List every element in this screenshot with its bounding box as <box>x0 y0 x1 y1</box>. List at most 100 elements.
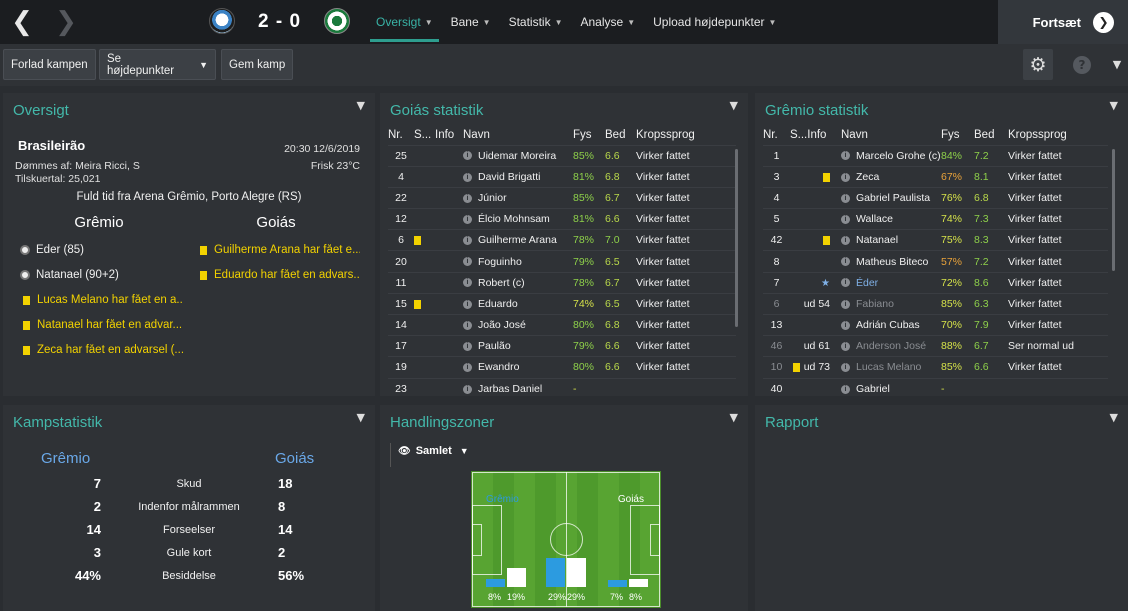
player-name-cell[interactable]: i Marcelo Grohe (c) <box>841 144 941 167</box>
card-event[interactable]: Zeca har fået en advarsel (... <box>23 344 183 356</box>
col-bed[interactable]: Bed <box>974 125 1008 145</box>
chevron-down-icon[interactable]: ▼ <box>1110 99 1118 112</box>
table-row[interactable]: 14 i João José 80% 6.8 Virker fattet <box>388 313 736 336</box>
table-row[interactable]: 3 i Zeca 67% 8.1 Virker fattet <box>763 165 1108 188</box>
player-name-cell[interactable]: i Paulão <box>463 335 573 357</box>
col-nr[interactable]: Nr. <box>763 125 790 145</box>
chevron-down-icon[interactable]: ▼ <box>730 99 738 112</box>
table-row[interactable]: 42 i Natanael 75% 8.3 Virker fattet <box>763 229 1108 251</box>
info-icon[interactable]: i <box>463 151 472 161</box>
card-event[interactable]: Lucas Melano har fået en a... <box>23 294 183 306</box>
table-row[interactable]: 40 i Gabriel - <box>763 377 1108 396</box>
table-row[interactable]: 10 ud 73 i Lucas Melano 85% 6.6 Virker fattet <box>763 356 1108 379</box>
continue-button[interactable]: Fortsæt ❯ <box>998 0 1128 44</box>
tab-analysis[interactable]: Analyse ▼ <box>575 0 642 44</box>
chevron-down-icon[interactable]: ▼ <box>1102 49 1128 80</box>
card-event[interactable]: Eduardo har fået en advars... <box>200 269 360 281</box>
info-icon[interactable]: i <box>841 320 850 330</box>
chevron-down-icon[interactable]: ▼ <box>1110 411 1118 424</box>
info-icon[interactable]: i <box>463 278 472 288</box>
info-icon[interactable]: i <box>463 172 472 182</box>
info-icon[interactable]: i <box>841 384 850 394</box>
scrollbar[interactable] <box>735 149 738 327</box>
col-bed[interactable]: Bed <box>605 125 636 145</box>
player-name-cell[interactable]: i Uidemar Moreira <box>463 144 573 167</box>
col-name[interactable]: Navn <box>841 125 941 145</box>
tab-pitch[interactable]: Bane ▼ <box>445 0 497 44</box>
info-icon[interactable]: i <box>463 299 472 309</box>
table-row[interactable]: 5 i Wallace 74% 7.3 Virker fattet <box>763 208 1108 230</box>
info-icon[interactable]: i <box>841 278 850 288</box>
col-fys[interactable]: Fys <box>941 125 974 145</box>
highlights-dropdown[interactable]: Se højdepunkter ▼ <box>99 49 216 80</box>
table-row[interactable]: 22 i Júnior 85% 6.7 Virker fattet <box>388 186 736 209</box>
table-row[interactable]: 13 i Adrián Cubas 70% 7.9 Virker fattet <box>763 313 1108 336</box>
table-row[interactable]: 12 i Élcio Mohnsam 81% 6.6 Virker fattet <box>388 208 736 230</box>
col-fys[interactable]: Fys <box>573 125 605 145</box>
info-icon[interactable]: i <box>463 342 472 351</box>
table-row[interactable]: 11 i Robert (c) 78% 6.7 Virker fattet <box>388 271 736 294</box>
away-team-crest[interactable] <box>324 8 350 34</box>
chevron-down-icon[interactable]: ▼ <box>357 99 365 112</box>
player-name-cell[interactable]: i Matheus Biteco <box>841 250 941 273</box>
goal-event[interactable]: Natanael (90+2) <box>20 269 180 281</box>
table-row[interactable]: 4 i Gabriel Paulista 76% 6.8 Virker fattet <box>763 186 1108 209</box>
info-icon[interactable]: i <box>463 257 472 267</box>
player-name-cell[interactable]: i David Brigatti <box>463 165 573 188</box>
table-row[interactable]: 20 i Foguinho 79% 6.5 Virker fattet <box>388 250 736 273</box>
player-name-cell[interactable]: i Júnior <box>463 186 573 209</box>
chevron-down-icon[interactable]: ▼ <box>357 411 365 424</box>
table-row[interactable]: 19 i Ewandro 80% 6.6 Virker fattet <box>388 356 736 379</box>
tab-statistics[interactable]: Statistik ▼ <box>503 0 569 44</box>
col-info[interactable]: Info <box>435 125 463 145</box>
info-icon[interactable]: i <box>841 363 850 373</box>
tab-overview[interactable]: Oversigt ▼ <box>370 0 439 44</box>
player-name-cell[interactable]: i Jarbas Daniel <box>463 377 573 396</box>
gear-icon[interactable]: ⚙ <box>1023 49 1053 80</box>
info-icon[interactable]: i <box>463 214 472 224</box>
table-row[interactable]: 23 i Jarbas Daniel - <box>388 377 736 396</box>
table-row[interactable]: 4 i David Brigatti 81% 6.8 Virker fattet <box>388 165 736 188</box>
player-name-cell[interactable]: i Guilherme Arana <box>463 229 573 251</box>
player-name-cell[interactable]: i Eduardo <box>463 292 573 315</box>
player-name-cell[interactable]: i Gabriel <box>841 377 941 396</box>
col-sub[interactable]: S...Info <box>790 125 830 145</box>
save-match-button[interactable]: Gem kamp <box>221 49 294 80</box>
info-icon[interactable]: i <box>841 257 850 267</box>
player-name-cell[interactable]: i Wallace <box>841 208 941 230</box>
info-icon[interactable]: i <box>841 193 850 203</box>
player-name-cell[interactable]: i Lucas Melano <box>841 356 941 379</box>
table-row[interactable]: 7 ★ i Éder 72% 8.6 Virker fattet <box>763 271 1108 294</box>
info-icon[interactable]: i <box>463 236 472 246</box>
player-name-cell[interactable]: i Foguinho <box>463 250 573 273</box>
zone-view-dropdown[interactable]: 👁 Samlet ▼ <box>398 445 469 457</box>
player-name-cell[interactable]: i Robert (c) <box>463 271 573 294</box>
table-row[interactable]: 6 i Guilherme Arana 78% 7.0 Virker fattet <box>388 229 736 251</box>
info-icon[interactable]: i <box>463 320 472 330</box>
card-event[interactable]: Guilherme Arana har fået e... <box>200 244 360 256</box>
info-icon[interactable]: i <box>841 172 850 182</box>
info-icon[interactable]: i <box>841 151 850 161</box>
table-row[interactable]: 17 i Paulão 79% 6.6 Virker fattet <box>388 335 736 357</box>
col-name[interactable]: Navn <box>463 125 573 145</box>
leave-match-button[interactable]: Forlad kampen <box>3 49 96 80</box>
help-button[interactable]: ? <box>1067 49 1097 80</box>
scrollbar[interactable] <box>1112 149 1115 271</box>
player-name-cell[interactable]: i Natanael <box>841 229 941 251</box>
info-icon[interactable]: i <box>841 236 850 246</box>
table-row[interactable]: 1 i Marcelo Grohe (c) 84% 7.2 Virker fattet <box>763 144 1108 167</box>
player-name-cell[interactable]: i Fabiano <box>841 292 941 315</box>
back-button[interactable]: ❮ <box>0 0 44 44</box>
table-row[interactable]: 15 i Eduardo 74% 6.5 Virker fattet <box>388 292 736 315</box>
col-nr[interactable]: Nr. <box>388 125 414 145</box>
info-icon[interactable]: i <box>841 214 850 224</box>
card-event[interactable]: Natanael har fået en advar... <box>23 319 183 331</box>
chevron-down-icon[interactable]: ▼ <box>730 411 738 424</box>
info-icon[interactable]: i <box>463 384 472 394</box>
player-name-cell[interactable]: i Éder <box>841 271 941 294</box>
col-sub[interactable]: S... <box>414 125 435 145</box>
col-body[interactable]: Kropssprog <box>1008 125 1108 145</box>
player-name-cell[interactable]: i Adrián Cubas <box>841 313 941 336</box>
player-name-cell[interactable]: i Gabriel Paulista <box>841 186 941 209</box>
col-body[interactable]: Kropssprog <box>636 125 736 145</box>
